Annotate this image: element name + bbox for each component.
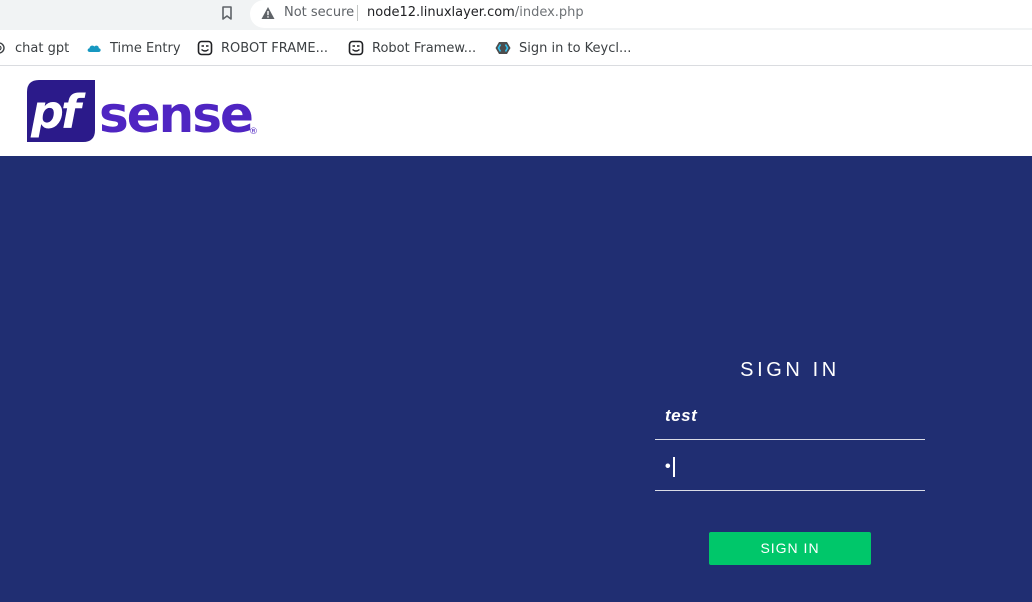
url-text[interactable]: node12.linuxlayer.com/index.php — [367, 5, 584, 20]
signin-button[interactable]: SIGN IN — [709, 532, 871, 565]
robot-icon — [197, 40, 213, 56]
keycloak-icon — [495, 40, 511, 56]
username-value: test — [665, 406, 698, 425]
bookmarks-bar: chat gpt Time Entry ROBOT FRAME... Robot… — [0, 30, 1032, 66]
url-divider — [357, 5, 358, 21]
warning-icon[interactable] — [261, 6, 275, 20]
password-value: • — [665, 458, 672, 475]
text-cursor — [673, 457, 675, 477]
username-input[interactable]: test — [655, 398, 925, 440]
svg-text:sense: sense — [99, 86, 252, 144]
robot-icon — [348, 40, 364, 56]
pfsense-logo[interactable]: pf sense ® — [25, 78, 265, 144]
bookmark-label: ROBOT FRAME... — [221, 40, 328, 56]
security-status-label[interactable]: Not secure — [284, 5, 354, 20]
bookmark-label: Robot Framew... — [372, 40, 477, 56]
bookmark-robot-frame-upper[interactable]: ROBOT FRAME... — [197, 38, 328, 58]
bookmark-label: Sign in to Keycl... — [519, 40, 632, 56]
bookmark-chat-gpt[interactable]: chat gpt — [0, 38, 69, 58]
svg-text:®: ® — [249, 127, 258, 137]
address-bar[interactable]: Not secure node12.linuxlayer.com/index.p… — [250, 0, 1032, 28]
browser-toolbar: Not secure node12.linuxlayer.com/index.p… — [0, 0, 1032, 30]
bookmark-label: Time Entry — [110, 40, 181, 56]
openai-icon — [0, 40, 7, 56]
bookmark-icon[interactable] — [218, 4, 236, 22]
page-header: pf sense ® — [0, 66, 1032, 156]
cloud-icon — [86, 40, 102, 56]
bookmark-robot-framework[interactable]: Robot Framew... — [348, 38, 476, 58]
signin-heading: SIGN IN — [740, 359, 840, 381]
url-host: node12.linuxlayer.com — [367, 5, 515, 20]
url-path: /index.php — [514, 5, 584, 20]
bookmark-label: chat gpt — [15, 40, 70, 56]
svg-text:pf: pf — [30, 85, 86, 139]
bookmark-keycloak[interactable]: Sign in to Keycl... — [495, 38, 631, 58]
password-input[interactable]: • — [655, 449, 925, 491]
bookmark-time-entry[interactable]: Time Entry — [86, 38, 181, 58]
